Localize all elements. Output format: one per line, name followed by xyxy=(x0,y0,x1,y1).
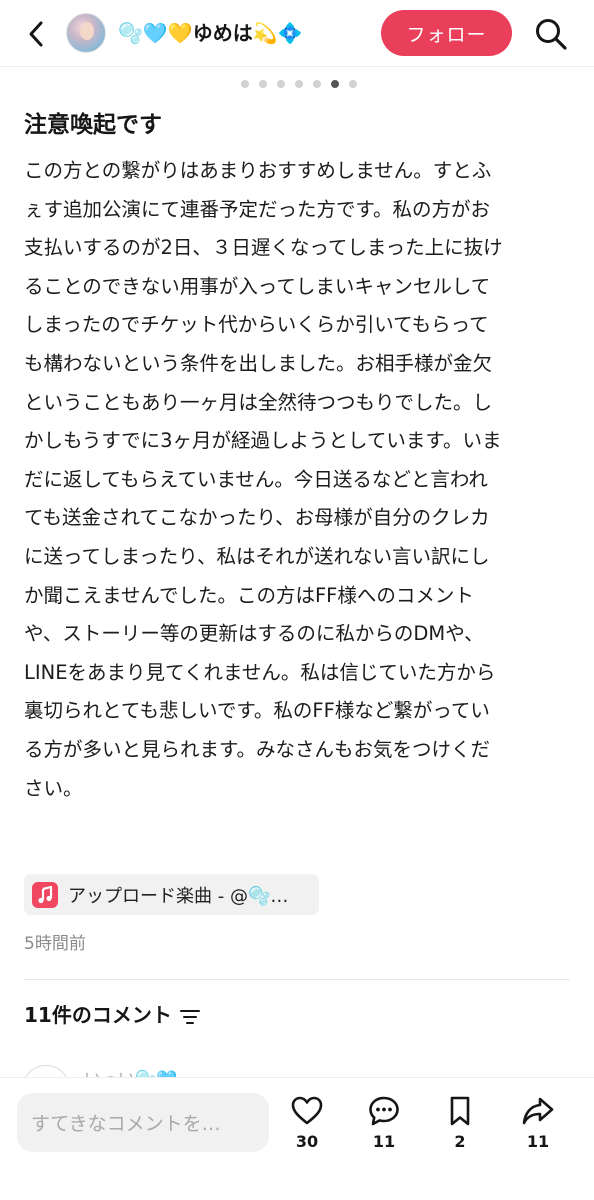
sort-filter-icon[interactable] xyxy=(179,1009,200,1025)
comment-count: 11 xyxy=(372,1132,396,1151)
post-timestamp: 5時間前 xyxy=(24,934,86,954)
section-divider xyxy=(24,979,570,980)
share-arrow-icon xyxy=(522,1097,554,1125)
post-body-line: しまったのでチケット代からいくらか引いてもらって xyxy=(24,313,489,337)
carousel-indicator xyxy=(0,80,594,88)
commenter-avatar[interactable] xyxy=(22,1065,70,1077)
post-body-line: も構わないという条件を出しました。お相手様が金欠 xyxy=(24,351,493,375)
author-username[interactable]: 🫧🩵💛ゆめは💫💠 xyxy=(118,16,303,50)
post-body-line: ということもあり一ヶ月は全然待つつもりでした。し xyxy=(24,390,493,414)
post-body-line: ても送金されてこなかったり、お母様が自分のクレカ xyxy=(24,506,490,530)
carousel-dot-active[interactable] xyxy=(331,80,339,88)
post-body-line: ることのできない用事が入ってしまいキャンセルして xyxy=(24,274,491,298)
header-divider xyxy=(0,66,594,67)
comment-input[interactable]: すてきなコメントを… xyxy=(17,1093,269,1152)
post-body-line: この方との繋がりはあまりおすすめしません。すとふ xyxy=(24,159,492,182)
commenter-name: いっい🫧🩵 xyxy=(84,1065,177,1077)
bookmark-icon xyxy=(450,1096,470,1126)
comment-item[interactable]: いっい🫧🩵 xyxy=(0,1055,594,1077)
carousel-dot[interactable] xyxy=(277,80,285,88)
post-title: 注意喚起です xyxy=(24,112,162,138)
like-count: 30 xyxy=(295,1132,319,1151)
bottom-action-bar: すてきなコメントを… 30 11 2 11 xyxy=(0,1077,594,1200)
post-body-line: だに返してもらえていません。今日送るなどと言われ xyxy=(24,467,488,491)
heart-icon xyxy=(291,1096,323,1125)
carousel-dot[interactable] xyxy=(259,80,267,88)
comments-count: 11件のコメント xyxy=(24,1003,172,1027)
author-avatar[interactable] xyxy=(66,13,106,53)
save-button[interactable]: 2 xyxy=(430,1094,490,1153)
follow-button[interactable]: フォロー xyxy=(381,10,512,56)
carousel-dot[interactable] xyxy=(313,80,321,88)
music-chip[interactable]: アップロード楽曲 - @🫧… xyxy=(24,874,319,915)
post-body-line: さい。 xyxy=(24,776,83,800)
save-count: 2 xyxy=(454,1132,466,1151)
post-body-line: る方が多いと見られます。みなさんもお気をつけくだ xyxy=(24,737,491,761)
comment-bubble-icon xyxy=(369,1096,399,1126)
search-icon xyxy=(536,19,567,50)
search-button[interactable] xyxy=(534,17,568,51)
share-count: 11 xyxy=(526,1132,550,1151)
post-body: この方との繋がりはあまりおすすめしません。すとふ ぇす追加公演にて連番予定だった方… xyxy=(24,152,578,808)
post-body-line: LINEをあまり見てくれません。私は信じていた方から xyxy=(24,660,496,684)
back-button[interactable] xyxy=(22,19,50,49)
music-label: アップロード楽曲 - @🫧… xyxy=(68,885,289,907)
carousel-dot[interactable] xyxy=(295,80,303,88)
comment-button[interactable]: 11 xyxy=(354,1094,414,1153)
comments-header: 11件のコメント xyxy=(24,998,200,1032)
carousel-dot[interactable] xyxy=(349,80,357,88)
post-body-line: かしもうすでに3ヶ月が経過しようとしています。いま xyxy=(24,429,502,453)
post-body-line: ぇす追加公演にて連番予定だった方です。私の方がお xyxy=(24,197,491,221)
post-body-line: か聞こえませんでした。この方はFF様へのコメント xyxy=(24,583,474,607)
carousel-dot[interactable] xyxy=(241,80,249,88)
post-body-line: に送ってしまったり、私はそれが送れない言い訳にし xyxy=(24,544,490,568)
chevron-left-icon xyxy=(29,21,43,47)
top-header: 🫧🩵💛ゆめは💫💠 フォロー xyxy=(0,0,594,66)
share-button[interactable]: 11 xyxy=(508,1094,568,1153)
like-button[interactable]: 30 xyxy=(277,1094,337,1153)
post-body-line: や、ストーリー等の更新はするのに私からのDMや、 xyxy=(24,622,484,646)
post-body-line: 支払いするのが2日、３日遅くなってしまった上に抜け xyxy=(24,236,503,260)
post-body-line: 裏切られとても悲しいです。私のFF様など繋がってい xyxy=(24,699,490,723)
music-note-icon xyxy=(32,881,58,908)
